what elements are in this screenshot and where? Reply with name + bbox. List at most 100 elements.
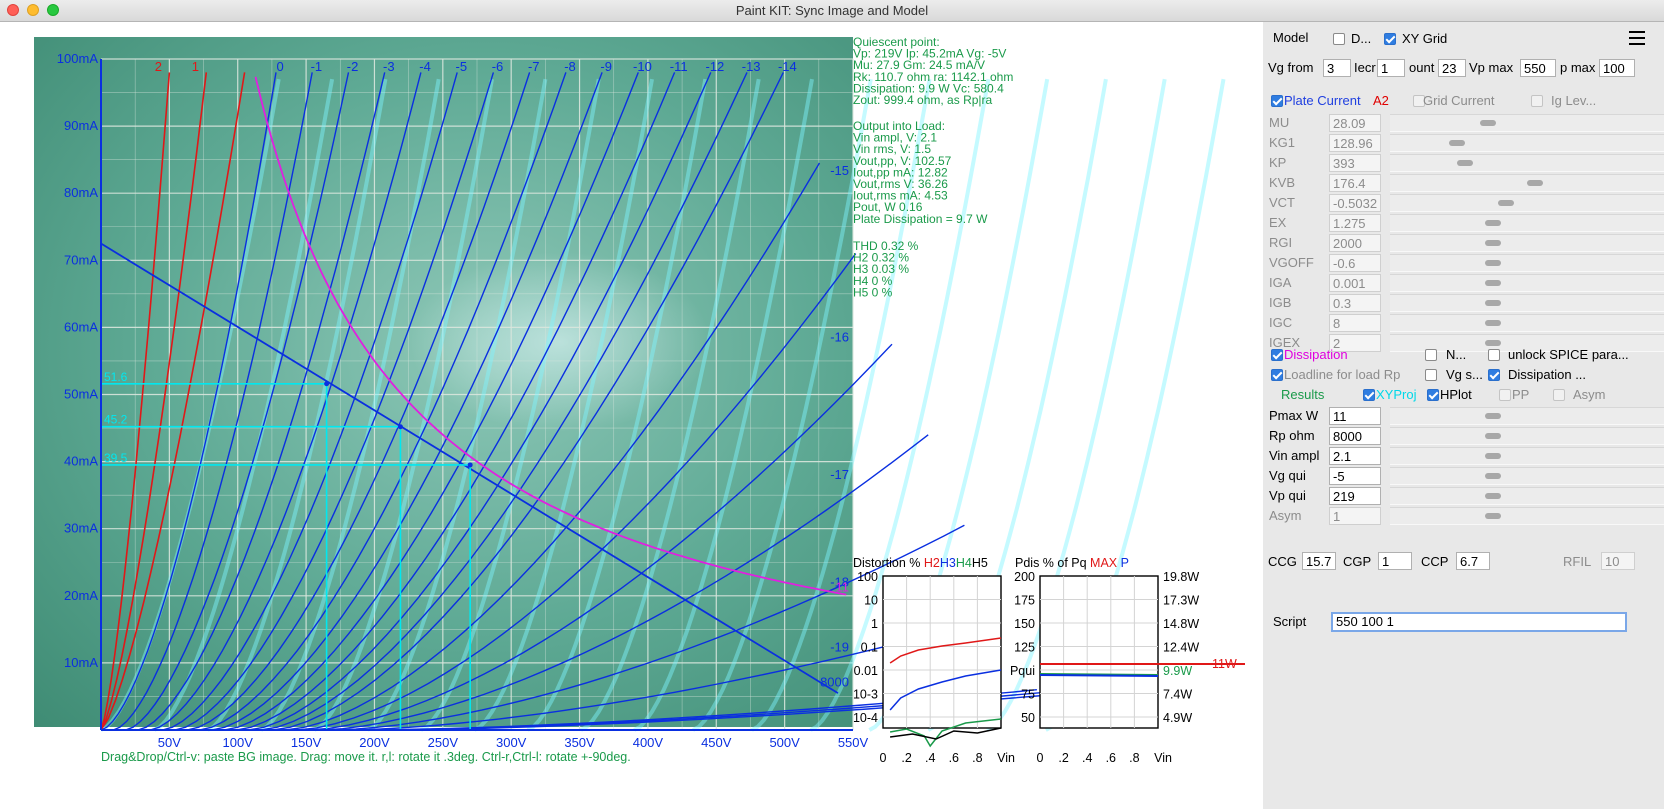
param-input[interactable]: 0.001 xyxy=(1329,274,1381,292)
xy-proj-checkbox[interactable] xyxy=(1363,389,1375,401)
count-input[interactable]: 23 xyxy=(1438,59,1466,77)
slider-knob[interactable] xyxy=(1485,240,1502,246)
slider-knob[interactable] xyxy=(1485,513,1502,519)
param-label: Vin ampl xyxy=(1269,448,1320,463)
param-input[interactable]: 8000 xyxy=(1329,427,1381,445)
param-input[interactable]: 176.4 xyxy=(1329,174,1381,192)
output-line: Plate Dissipation = 9.7 W xyxy=(853,212,988,226)
vp-max-input[interactable]: 550 xyxy=(1520,59,1556,77)
param-slider[interactable] xyxy=(1390,154,1664,172)
param-label: RGI xyxy=(1269,235,1293,250)
param-slider[interactable] xyxy=(1390,507,1664,525)
rfil-input[interactable]: 10 xyxy=(1601,552,1635,570)
param-input[interactable]: 2000 xyxy=(1329,234,1381,252)
pdis-p-line xyxy=(1039,674,1159,677)
slider-knob[interactable] xyxy=(1485,220,1502,226)
cgp-input[interactable]: 1 xyxy=(1378,552,1412,570)
param-slider[interactable] xyxy=(1390,427,1664,445)
slider-knob[interactable] xyxy=(1485,300,1502,306)
ip-max-input[interactable]: 100 xyxy=(1599,59,1635,77)
param-input[interactable]: 128.96 xyxy=(1329,134,1381,152)
param-slider[interactable] xyxy=(1390,174,1664,192)
param-label: KG1 xyxy=(1269,135,1296,150)
grid-voltage-label: -11 xyxy=(670,59,688,74)
param-input[interactable]: 28.09 xyxy=(1329,114,1381,132)
param-input[interactable]: 393 xyxy=(1329,154,1381,172)
menu-icon[interactable] xyxy=(1629,31,1645,45)
param-slider[interactable] xyxy=(1390,134,1664,152)
param-slider[interactable] xyxy=(1390,407,1664,425)
script-input[interactable]: 550 100 1 xyxy=(1331,612,1627,632)
param-input[interactable]: 2.1 xyxy=(1329,447,1381,465)
param-input[interactable]: 0.3 xyxy=(1329,294,1381,312)
pp-checkbox[interactable] xyxy=(1499,389,1511,401)
vg-step-checkbox[interactable] xyxy=(1425,369,1437,381)
xy-grid-checkbox[interactable] xyxy=(1384,33,1396,45)
param-label: IGC xyxy=(1269,315,1293,330)
slider-knob[interactable] xyxy=(1485,340,1502,346)
param-slider[interactable] xyxy=(1390,487,1664,505)
curve-side-label: -19 xyxy=(830,639,849,654)
pdis-p-legend: P xyxy=(1121,556,1129,570)
n-checkbox[interactable] xyxy=(1425,349,1437,361)
param-slider[interactable] xyxy=(1390,294,1664,312)
model-label: Model xyxy=(1273,30,1309,45)
d-label: D... xyxy=(1351,31,1372,46)
dissipation-extra-checkbox[interactable] xyxy=(1488,369,1500,381)
slider-knob[interactable] xyxy=(1485,413,1502,419)
slider-knob[interactable] xyxy=(1485,320,1502,326)
param-input[interactable]: -0.5032 xyxy=(1329,194,1381,212)
ccp-input[interactable]: 6.7 xyxy=(1456,552,1490,570)
y-tick-label: 30mA xyxy=(64,521,98,536)
y-tick-label: 20mA xyxy=(64,588,98,603)
param-slider[interactable] xyxy=(1390,467,1664,485)
incr-input[interactable]: 1 xyxy=(1377,59,1405,77)
slider-knob[interactable] xyxy=(1485,280,1502,286)
ccg-input[interactable]: 15.7 xyxy=(1302,552,1336,570)
slider-knob[interactable] xyxy=(1449,140,1466,146)
param-slider[interactable] xyxy=(1390,314,1664,332)
asym-checkbox[interactable] xyxy=(1553,389,1565,401)
x-tick-label: 150V xyxy=(291,735,322,750)
slider-knob[interactable] xyxy=(1485,473,1502,479)
param-slider[interactable] xyxy=(1390,254,1664,272)
slider-knob[interactable] xyxy=(1485,433,1502,439)
slider-knob[interactable] xyxy=(1526,180,1543,186)
param-input[interactable]: -5 xyxy=(1329,467,1381,485)
x-tick-label: 500V xyxy=(769,735,800,750)
slider-knob[interactable] xyxy=(1485,493,1502,499)
param-input[interactable]: 8 xyxy=(1329,314,1381,332)
ig-level-checkbox[interactable] xyxy=(1531,95,1543,107)
param-slider[interactable] xyxy=(1390,194,1664,212)
slider-knob[interactable] xyxy=(1485,260,1502,266)
loadline-checkbox[interactable] xyxy=(1271,369,1283,381)
d-checkbox[interactable] xyxy=(1333,33,1345,45)
vg-from-input[interactable]: 3 xyxy=(1323,59,1351,77)
pdis-y-label: 150 xyxy=(1014,617,1035,631)
param-input[interactable]: 219 xyxy=(1329,487,1381,505)
param-input[interactable]: 1.275 xyxy=(1329,214,1381,232)
param-slider[interactable] xyxy=(1390,234,1664,252)
info-panel: Quiescent point:Vp: 219V Ip: 45.2mA Vg: … xyxy=(853,35,1013,299)
plate-current-checkbox[interactable] xyxy=(1271,95,1283,107)
slider-knob[interactable] xyxy=(1498,200,1515,206)
projection-point xyxy=(324,381,330,387)
param-input[interactable]: 1 xyxy=(1329,507,1381,525)
pdis-y-label: 175 xyxy=(1014,594,1035,608)
unlock-spice-checkbox[interactable] xyxy=(1488,349,1500,361)
param-slider[interactable] xyxy=(1390,114,1664,132)
slider-knob[interactable] xyxy=(1457,160,1474,166)
param-slider[interactable] xyxy=(1390,274,1664,292)
param-input[interactable]: -0.6 xyxy=(1329,254,1381,272)
h-plot-checkbox[interactable] xyxy=(1427,389,1439,401)
pdis-w-label: 14.8W xyxy=(1163,617,1199,631)
param-slider[interactable] xyxy=(1390,447,1664,465)
slider-knob[interactable] xyxy=(1480,120,1497,126)
plate-curves-canvas[interactable]: 51.6 45.2 39.5 50V 100V 150V 200V 250V 300V 350V… xyxy=(0,22,1263,809)
script-label: Script xyxy=(1273,614,1307,629)
dissipation-checkbox[interactable] xyxy=(1271,349,1283,361)
distortion-y-label: 100 xyxy=(857,570,878,584)
param-slider[interactable] xyxy=(1390,214,1664,232)
param-input[interactable]: 11 xyxy=(1329,407,1381,425)
slider-knob[interactable] xyxy=(1485,453,1502,459)
